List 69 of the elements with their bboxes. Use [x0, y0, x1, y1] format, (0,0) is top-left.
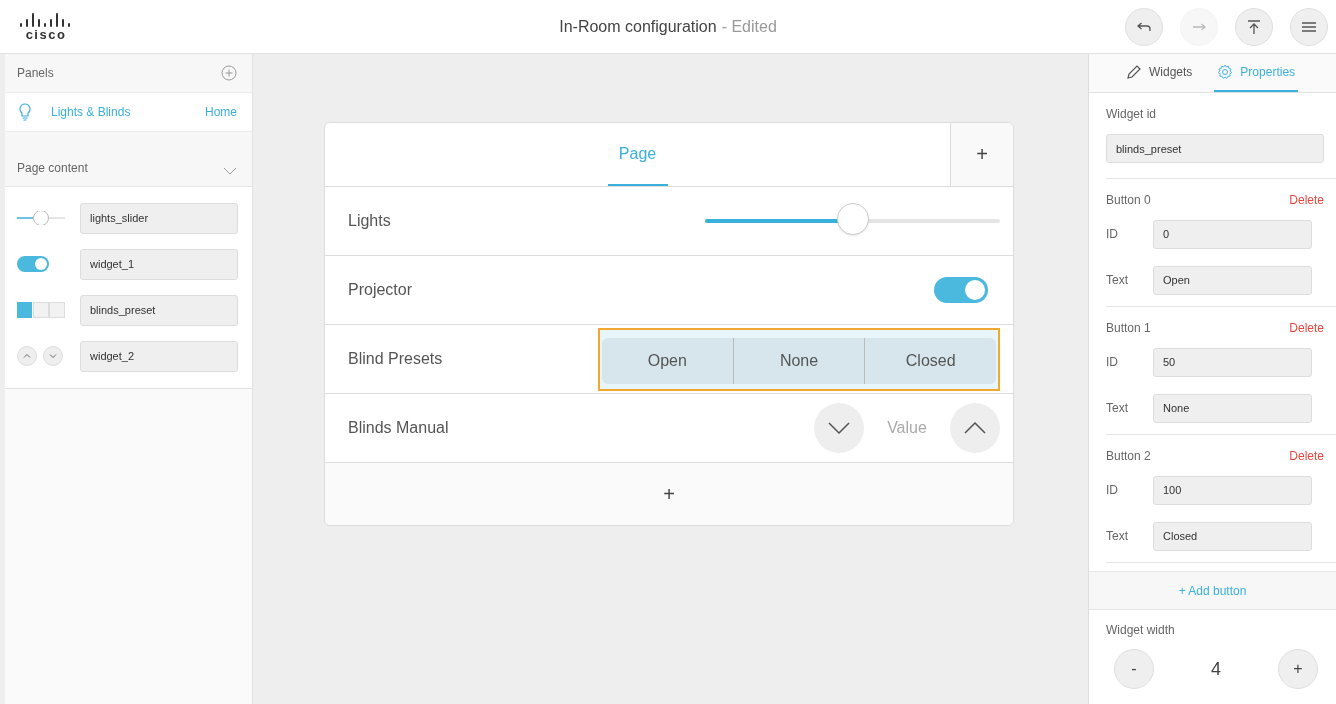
id-field[interactable]: 100	[1153, 475, 1312, 505]
window-title: In-Room configuration	[559, 17, 717, 36]
pencil-icon	[1126, 64, 1142, 80]
id-field[interactable]: 50	[1153, 347, 1312, 377]
upload-icon	[1246, 18, 1262, 35]
add-tab-button[interactable]: +	[950, 123, 1013, 186]
widget-id-field[interactable]: blinds_preset	[1106, 134, 1324, 163]
preset-button[interactable]: Open	[602, 337, 733, 384]
text-field[interactable]: Open	[1153, 265, 1312, 295]
preset-button[interactable]: Closed	[864, 337, 996, 384]
widget-id-field[interactable]: widget_2	[80, 340, 238, 372]
panel-tab[interactable]: Widgets	[1123, 54, 1196, 92]
widget-label: Lights	[348, 212, 391, 230]
text-field[interactable]: Closed	[1153, 521, 1312, 551]
chevron-icon[interactable]	[223, 167, 237, 175]
decrease-button[interactable]: -	[1114, 649, 1154, 689]
button-heading: Button 1	[1106, 321, 1151, 335]
id-field[interactable]: 0	[1153, 219, 1312, 249]
widget-label: Blinds Manual	[348, 419, 449, 437]
menu-button[interactable]	[1290, 7, 1328, 46]
slider-icon	[17, 211, 65, 225]
widget-id-field[interactable]: widget_1	[80, 248, 238, 280]
field-label: ID	[1106, 355, 1119, 369]
add-panel-icon[interactable]	[221, 65, 237, 81]
delete-link[interactable]: Delete	[1289, 449, 1324, 463]
undo-icon	[1137, 21, 1151, 32]
logo-bars-icon	[20, 12, 72, 28]
spinner-icon	[17, 346, 65, 366]
widget-id-field[interactable]: blinds_preset	[80, 294, 238, 326]
delete-link[interactable]: Delete	[1289, 193, 1324, 207]
toggle-icon	[17, 256, 49, 272]
field-label: ID	[1106, 227, 1119, 241]
button-heading: Button 2	[1106, 449, 1151, 463]
increase-button[interactable]: +	[1278, 649, 1318, 689]
delete-link[interactable]: Delete	[1289, 321, 1324, 335]
chevron-down-icon	[828, 422, 850, 434]
field-label: Text	[1106, 401, 1129, 415]
section-heading: Panels	[17, 66, 54, 80]
logo: cisco	[25, 27, 67, 41]
widget-label: Projector	[348, 281, 413, 299]
upload-button[interactable]	[1235, 7, 1273, 46]
field-label: Text	[1106, 529, 1129, 543]
preset-button[interactable]: None	[732, 337, 865, 384]
spinner-value: Value	[886, 419, 928, 437]
slider[interactable]	[705, 205, 1000, 237]
panel-tag: Home	[205, 105, 237, 119]
slider-thumb[interactable]	[836, 203, 869, 235]
redo-icon	[1192, 22, 1206, 31]
field-label: ID	[1106, 483, 1119, 497]
section-heading: Page content	[17, 161, 88, 175]
field-label: Widget id	[1106, 107, 1158, 121]
field-label: Widget width	[1106, 623, 1176, 637]
add-row-button[interactable]: +	[325, 463, 1013, 525]
edit-status: - Edited	[721, 17, 777, 36]
width-value: 4	[1211, 658, 1221, 680]
button-heading: Button 0	[1106, 193, 1151, 207]
panel-name: Lights & Blinds	[51, 105, 131, 119]
undo-button[interactable]	[1125, 7, 1163, 46]
toggle-switch[interactable]	[934, 277, 988, 303]
chevron-up-icon	[964, 422, 986, 434]
text-field[interactable]: None	[1153, 393, 1312, 423]
field-label: Text	[1106, 273, 1129, 287]
lightbulb-icon	[19, 103, 31, 121]
decrease-button[interactable]	[814, 403, 864, 453]
button-group-icon	[17, 302, 65, 318]
increase-button[interactable]	[950, 403, 1000, 453]
widget-label: Blind Presets	[348, 350, 443, 368]
gear-icon	[1217, 64, 1234, 80]
widget-id-field[interactable]: lights_slider	[80, 202, 238, 234]
